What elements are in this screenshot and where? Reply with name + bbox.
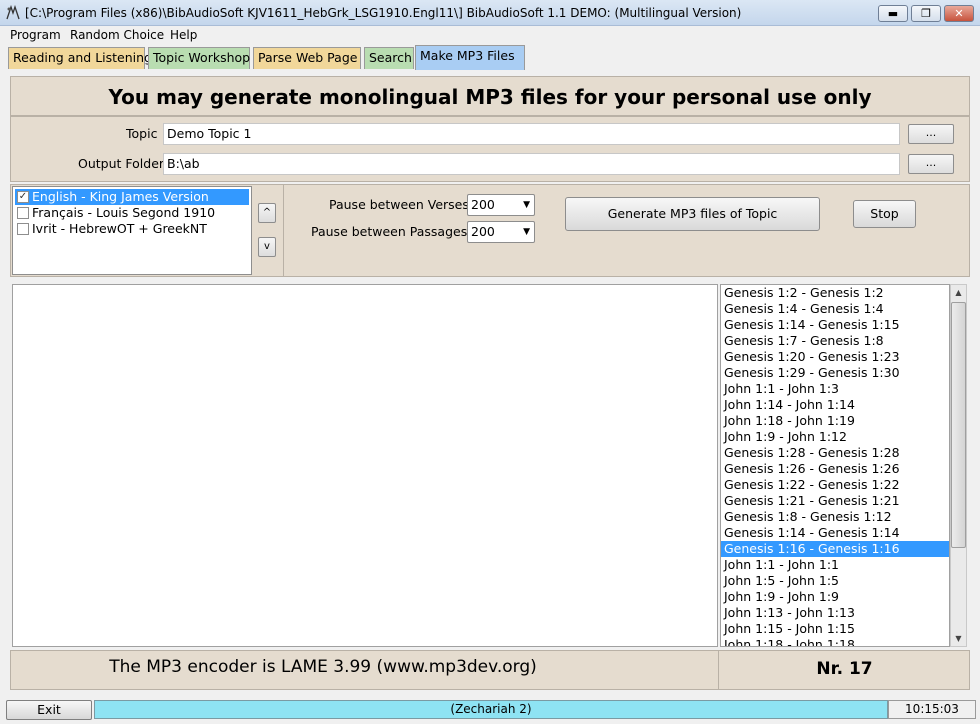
- passage-item[interactable]: Genesis 1:22 - Genesis 1:22: [721, 477, 949, 493]
- pause-verses-select[interactable]: 200 ▼: [467, 194, 535, 216]
- scroll-up-icon[interactable]: ▲: [951, 285, 966, 300]
- pause-verses-label: Pause between Verses: [329, 197, 469, 212]
- scroll-thumb[interactable]: [951, 302, 966, 548]
- language-label: English - King James Version: [32, 189, 209, 204]
- checkbox-icon[interactable]: [17, 222, 29, 235]
- topic-field[interactable]: Demo Topic 1: [163, 123, 900, 145]
- move-down-button[interactable]: v: [258, 237, 276, 257]
- passage-count: Nr. 17: [816, 659, 873, 679]
- window-title: [C:\Program Files (x86)\BibAudioSoft KJV…: [25, 6, 742, 20]
- language-item[interactable]: Français - Louis Segond 1910: [15, 205, 249, 221]
- passage-item[interactable]: John 1:18 - John 1:18: [721, 637, 949, 646]
- output-folder-label: Output Folder: [78, 156, 165, 171]
- passage-item[interactable]: John 1:9 - John 1:12: [721, 429, 949, 445]
- language-label: Français - Louis Segond 1910: [32, 205, 216, 220]
- passage-item[interactable]: Genesis 1:7 - Genesis 1:8: [721, 333, 949, 349]
- menu-help[interactable]: Help: [170, 28, 197, 42]
- language-list[interactable]: ✓ English - King James Version Français -…: [12, 186, 252, 275]
- passage-item[interactable]: Genesis 1:28 - Genesis 1:28: [721, 445, 949, 461]
- browse-output-button[interactable]: ...: [908, 154, 954, 174]
- status-current-passage: (Zechariah 2): [94, 700, 888, 719]
- encoder-info: The MP3 encoder is LAME 3.99 (www.mp3dev…: [109, 657, 537, 677]
- browse-topic-button[interactable]: ...: [908, 124, 954, 144]
- move-up-button[interactable]: ^: [258, 203, 276, 223]
- passage-item[interactable]: Genesis 1:14 - Genesis 1:14: [721, 525, 949, 541]
- text-display-area: [12, 284, 718, 647]
- passage-list[interactable]: Genesis 1:2 - Genesis 1:2 Genesis 1:4 - G…: [720, 284, 950, 647]
- pause-passages-label: Pause between Passages: [311, 224, 468, 239]
- topic-label: Topic: [126, 126, 158, 141]
- menu-random-choice[interactable]: Random Choice: [70, 28, 164, 42]
- passage-item[interactable]: Genesis 1:20 - Genesis 1:23: [721, 349, 949, 365]
- pause-passages-value: 200: [471, 224, 495, 239]
- passage-item[interactable]: John 1:9 - John 1:9: [721, 589, 949, 605]
- exit-button[interactable]: Exit: [6, 700, 92, 720]
- chevron-down-icon: ▼: [523, 200, 530, 210]
- tab-reading-and-listening[interactable]: Reading and Listening: [8, 47, 152, 69]
- tab-make-mp3-files[interactable]: Make MP3 Files: [415, 45, 525, 70]
- pause-passages-select[interactable]: 200 ▼: [467, 221, 535, 243]
- panel-divider: [283, 184, 284, 277]
- output-folder-field[interactable]: B:\ab: [163, 153, 900, 175]
- language-item[interactable]: Ivrit - HebrewOT + GreekNT: [15, 221, 249, 237]
- language-item[interactable]: ✓ English - King James Version: [15, 189, 249, 205]
- checkbox-icon[interactable]: ✓: [17, 190, 29, 203]
- tab-parse-web-page[interactable]: Parse Web Page: [253, 47, 361, 69]
- chevron-down-icon: ▼: [523, 227, 530, 237]
- passage-item[interactable]: Genesis 1:14 - Genesis 1:15: [721, 317, 949, 333]
- passage-item[interactable]: John 1:14 - John 1:14: [721, 397, 949, 413]
- close-button[interactable]: ✕: [944, 5, 974, 22]
- checkbox-icon[interactable]: [17, 206, 29, 219]
- stop-button[interactable]: Stop: [853, 200, 916, 228]
- passage-item[interactable]: John 1:15 - John 1:15: [721, 621, 949, 637]
- generate-mp3-button[interactable]: Generate MP3 files of Topic: [565, 197, 820, 231]
- passage-item[interactable]: John 1:18 - John 1:19: [721, 413, 949, 429]
- language-label: Ivrit - HebrewOT + GreekNT: [32, 221, 207, 236]
- pause-verses-value: 200: [471, 197, 495, 212]
- passage-item[interactable]: John 1:5 - John 1:5: [721, 573, 949, 589]
- scroll-down-icon[interactable]: ▼: [951, 631, 966, 646]
- passage-item[interactable]: John 1:1 - John 1:1: [721, 557, 949, 573]
- tab-search[interactable]: Search: [364, 47, 414, 69]
- tab-topic-workshop[interactable]: Topic Workshop: [148, 47, 250, 69]
- passage-item[interactable]: Genesis 1:26 - Genesis 1:26: [721, 461, 949, 477]
- passage-item[interactable]: John 1:1 - John 1:3: [721, 381, 949, 397]
- passage-item[interactable]: Genesis 1:21 - Genesis 1:21: [721, 493, 949, 509]
- notice-text: You may generate monolingual MP3 files f…: [108, 85, 872, 109]
- passage-item[interactable]: Genesis 1:4 - Genesis 1:4: [721, 301, 949, 317]
- maximize-button[interactable]: ❐: [911, 5, 941, 22]
- passage-item[interactable]: Genesis 1:29 - Genesis 1:30: [721, 365, 949, 381]
- minimize-button[interactable]: ▬: [878, 5, 908, 22]
- app-icon: [5, 4, 21, 21]
- passage-item[interactable]: John 1:13 - John 1:13: [721, 605, 949, 621]
- notice-panel: You may generate monolingual MP3 files f…: [10, 76, 970, 116]
- passage-item[interactable]: Genesis 1:16 - Genesis 1:16: [721, 541, 949, 557]
- menu-program[interactable]: Program: [10, 28, 61, 42]
- status-clock: 10:15:03: [888, 700, 976, 719]
- passage-item[interactable]: Genesis 1:2 - Genesis 1:2: [721, 285, 949, 301]
- passage-item[interactable]: Genesis 1:8 - Genesis 1:12: [721, 509, 949, 525]
